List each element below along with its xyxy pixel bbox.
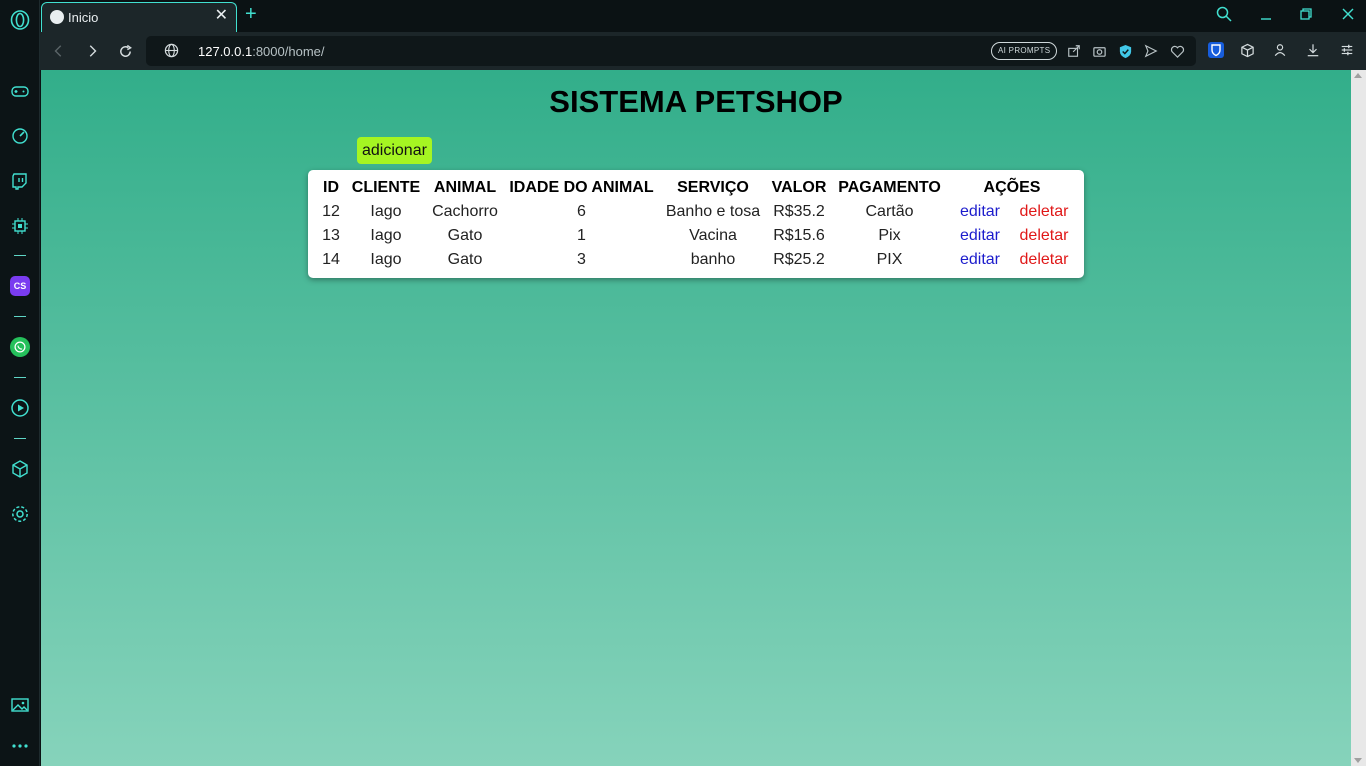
opera-logo-icon[interactable] (9, 9, 31, 31)
url-path: :8000/home/ (252, 44, 325, 59)
search-icon[interactable] (1216, 6, 1232, 27)
url-host: 127.0.0.1 (198, 44, 253, 59)
globe-icon (164, 43, 179, 63)
cell-servico: Vacina (689, 227, 737, 244)
cell-valor: R$25.2 (773, 251, 825, 268)
cell-animal: Cachorro (432, 203, 498, 220)
extension-cube-icon[interactable] (1239, 42, 1255, 58)
pets-table: ID CLIENTE ANIMAL IDADE DO ANIMAL SERVIÇ… (316, 176, 1076, 272)
tab-title: Inicio (68, 10, 99, 25)
cs-app-label: CS (13, 281, 27, 291)
add-button[interactable]: adicionar (357, 137, 432, 164)
tab-favicon-icon (50, 10, 64, 24)
tab-close-icon[interactable]: ✕ (215, 8, 228, 24)
page-title: SISTEMA PETSHOP (549, 84, 843, 119)
header-acoes: AÇÕES (983, 179, 1041, 196)
cell-cliente: Iago (370, 203, 402, 220)
player-icon[interactable] (9, 397, 31, 419)
cell-id: 14 (322, 251, 340, 268)
sidebar-separator (14, 316, 26, 317)
cell-idade: 6 (577, 203, 586, 220)
download-icon[interactable] (1305, 42, 1321, 58)
table-row: 12 Iago Cachorro 6 Banho e tosa R$35.2 C… (316, 200, 1076, 224)
easy-setup-icon[interactable] (1339, 42, 1355, 58)
share-icon[interactable] (1066, 43, 1082, 59)
delete-link[interactable]: deletar (1012, 224, 1076, 248)
cube-icon[interactable] (9, 458, 31, 480)
reload-icon[interactable] (114, 40, 136, 62)
cell-cliente: Iago (370, 251, 402, 268)
navigation-bar: 127.0.0.1:8000/home/ AI PROMPTS (40, 32, 1366, 70)
more-icon[interactable] (9, 735, 31, 757)
cell-id: 12 (322, 203, 340, 220)
table-row: 13 Iago Gato 1 Vacina R$15.6 Pix editar … (316, 224, 1076, 248)
cell-cliente: Iago (370, 227, 402, 244)
pets-table-card: ID CLIENTE ANIMAL IDADE DO ANIMAL SERVIÇ… (308, 170, 1084, 278)
cell-pagamento: PIX (876, 251, 903, 268)
header-idade: IDADE DO ANIMAL (509, 179, 654, 196)
url-text: 127.0.0.1:8000/home/ (198, 44, 325, 59)
cell-servico: banho (690, 251, 736, 268)
ai-prompts-button[interactable]: AI PROMPTS (991, 42, 1058, 60)
scroll-down-icon[interactable] (1354, 758, 1362, 763)
restore-icon[interactable] (1298, 6, 1314, 27)
heart-icon[interactable] (1169, 43, 1185, 59)
edit-link[interactable]: editar (948, 224, 1012, 248)
cell-idade: 3 (577, 251, 586, 268)
send-icon[interactable] (1143, 43, 1159, 59)
forward-icon[interactable] (81, 40, 103, 62)
cell-servico: Banho e tosa (665, 203, 761, 220)
table-header-row: ID CLIENTE ANIMAL IDADE DO ANIMAL SERVIÇ… (316, 176, 1076, 200)
new-tab-button[interactable]: + (245, 3, 257, 26)
delete-link[interactable]: deletar (1012, 200, 1076, 224)
settings-icon[interactable] (9, 503, 31, 525)
vpn-shield-icon[interactable] (1117, 43, 1133, 59)
browser-sidebar: CS (0, 0, 40, 766)
header-cliente: CLIENTE (351, 179, 421, 196)
header-id: ID (323, 179, 339, 196)
camera-icon[interactable] (1091, 43, 1107, 59)
scroll-up-icon[interactable] (1354, 73, 1362, 78)
cell-valor: R$15.6 (773, 227, 825, 244)
minimize-icon[interactable] (1258, 6, 1274, 27)
header-servico: SERVIÇO (677, 179, 749, 196)
twitch-icon[interactable] (9, 170, 31, 192)
header-pagamento: PAGAMENTO (838, 179, 941, 196)
cell-id: 13 (322, 227, 340, 244)
cpu-icon[interactable] (9, 215, 31, 237)
gamepad-icon[interactable] (9, 80, 31, 102)
edit-link[interactable]: editar (948, 200, 1012, 224)
header-valor: VALOR (771, 179, 827, 196)
close-icon[interactable] (1340, 6, 1356, 27)
table-row: 14 Iago Gato 3 banho R$25.2 PIX editar d… (316, 248, 1076, 272)
cell-animal: Gato (447, 251, 483, 268)
vertical-scrollbar[interactable] (1351, 70, 1366, 766)
tab-bar: Inicio ✕ + (40, 0, 1366, 32)
cell-pagamento: Cartão (865, 203, 914, 220)
back-icon[interactable] (48, 40, 70, 62)
sidebar-separator (14, 377, 26, 378)
whatsapp-icon[interactable] (10, 337, 30, 357)
cell-idade: 1 (577, 227, 586, 244)
profile-icon[interactable] (1272, 42, 1288, 58)
sidebar-separator (14, 255, 26, 256)
header-animal: ANIMAL (433, 179, 497, 196)
address-bar[interactable]: 127.0.0.1:8000/home/ AI PROMPTS (146, 36, 1196, 66)
edit-link[interactable]: editar (948, 248, 1012, 272)
cs-app-icon[interactable]: CS (10, 276, 30, 296)
cell-animal: Gato (447, 227, 483, 244)
tab-inicio[interactable]: Inicio ✕ (41, 2, 237, 32)
bitwarden-icon[interactable] (1208, 42, 1224, 58)
delete-link[interactable]: deletar (1012, 248, 1076, 272)
sidebar-separator (14, 438, 26, 439)
page-viewport: SISTEMA PETSHOP adicionar ID CLIENTE ANI… (41, 70, 1351, 766)
cell-valor: R$35.2 (773, 203, 825, 220)
cell-pagamento: Pix (878, 227, 901, 244)
gallery-icon[interactable] (9, 694, 31, 716)
speedometer-icon[interactable] (9, 124, 31, 146)
